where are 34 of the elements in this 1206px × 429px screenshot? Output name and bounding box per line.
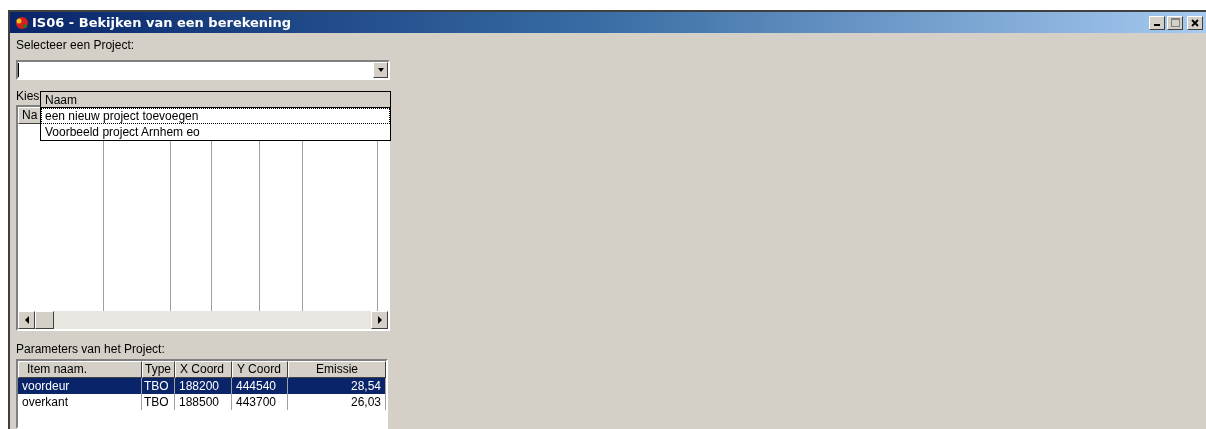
column-header[interactable]: Emissie bbox=[288, 361, 386, 378]
dropdown-item[interactable]: Voorbeeld project Arnhem eo bbox=[41, 124, 390, 140]
parameters-label: Parameters van het Project: bbox=[16, 341, 166, 357]
column-header[interactable]: X Coord bbox=[175, 361, 232, 378]
app-icon bbox=[14, 14, 30, 31]
dropdown-header: Naam bbox=[41, 92, 390, 108]
scroll-right-button[interactable] bbox=[371, 311, 388, 329]
table-cell: 188500 bbox=[175, 394, 232, 410]
column-header[interactable]: Y Coord bbox=[232, 361, 288, 378]
table-row[interactable]: voordeur TBO 188200 444540 28,54 bbox=[18, 378, 386, 394]
dropdown-button[interactable] bbox=[373, 62, 388, 78]
caret-icon bbox=[376, 66, 385, 74]
table-cell: TBO bbox=[142, 394, 175, 410]
table-cell: 26,03 bbox=[288, 394, 386, 410]
project-combobox[interactable] bbox=[16, 60, 390, 80]
scroll-thumb[interactable] bbox=[35, 311, 54, 329]
project-label: Selecteer een Project: bbox=[16, 37, 136, 53]
right-arrow-icon bbox=[376, 315, 383, 325]
close-button[interactable] bbox=[1187, 15, 1203, 30]
maximize-icon bbox=[1170, 18, 1180, 27]
maximize-button[interactable] bbox=[1167, 15, 1183, 30]
dropdown-item[interactable]: een nieuw project toevoegen bbox=[41, 108, 390, 124]
minimize-icon bbox=[1154, 24, 1160, 26]
calculation-label: Kies bbox=[16, 89, 41, 103]
scroll-left-button[interactable] bbox=[18, 311, 35, 329]
table-cell: 443700 bbox=[232, 394, 288, 410]
close-icon bbox=[1191, 18, 1199, 27]
table-cell: overkant bbox=[18, 394, 142, 410]
window-title: IS06 - Bekijken van een berekening bbox=[32, 13, 292, 32]
column-header[interactable]: Item naam. bbox=[18, 361, 142, 378]
left-arrow-icon bbox=[23, 315, 30, 325]
horizontal-scrollbar[interactable] bbox=[18, 311, 388, 329]
minimize-button[interactable] bbox=[1149, 15, 1165, 30]
column-header[interactable]: Type bbox=[142, 361, 175, 378]
